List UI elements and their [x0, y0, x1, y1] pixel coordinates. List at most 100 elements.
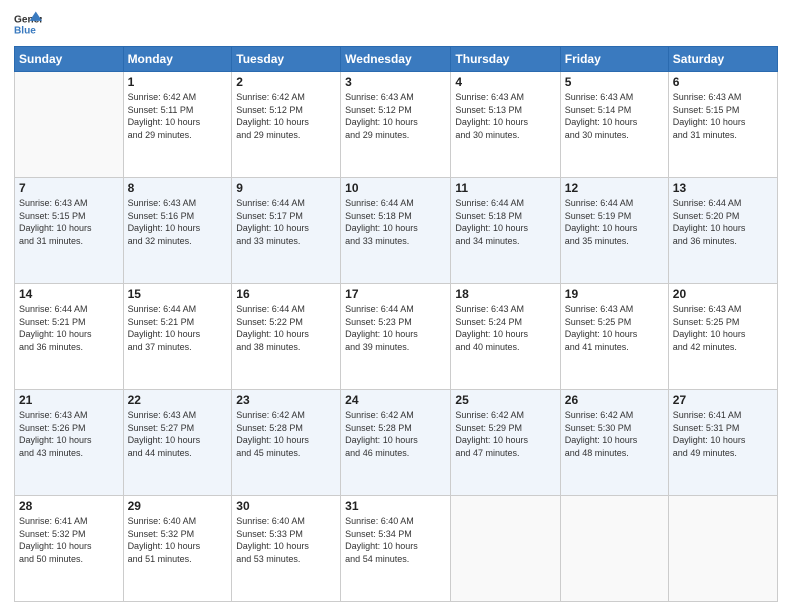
day-info: Sunrise: 6:40 AM Sunset: 5:33 PM Dayligh…: [236, 515, 336, 565]
day-number: 12: [565, 181, 664, 195]
calendar-day-cell: 26 Sunrise: 6:42 AM Sunset: 5:30 PM Dayli…: [560, 390, 668, 496]
weekday-header-cell: Thursday: [451, 47, 560, 72]
calendar-day-cell: 20 Sunrise: 6:43 AM Sunset: 5:25 PM Dayli…: [668, 284, 777, 390]
calendar-week-row: 7 Sunrise: 6:43 AM Sunset: 5:15 PM Daylig…: [15, 178, 778, 284]
day-number: 5: [565, 75, 664, 89]
day-number: 27: [673, 393, 773, 407]
weekday-header-cell: Tuesday: [232, 47, 341, 72]
calendar-day-cell: 4 Sunrise: 6:43 AM Sunset: 5:13 PM Daylig…: [451, 72, 560, 178]
calendar-day-cell: 18 Sunrise: 6:43 AM Sunset: 5:24 PM Dayli…: [451, 284, 560, 390]
day-info: Sunrise: 6:44 AM Sunset: 5:18 PM Dayligh…: [455, 197, 555, 247]
day-info: Sunrise: 6:43 AM Sunset: 5:27 PM Dayligh…: [128, 409, 228, 459]
day-info: Sunrise: 6:42 AM Sunset: 5:11 PM Dayligh…: [128, 91, 228, 141]
weekday-header-row: SundayMondayTuesdayWednesdayThursdayFrid…: [15, 47, 778, 72]
calendar-day-cell: [451, 496, 560, 602]
calendar-day-cell: 12 Sunrise: 6:44 AM Sunset: 5:19 PM Dayli…: [560, 178, 668, 284]
calendar-day-cell: 17 Sunrise: 6:44 AM Sunset: 5:23 PM Dayli…: [341, 284, 451, 390]
day-number: 9: [236, 181, 336, 195]
day-info: Sunrise: 6:43 AM Sunset: 5:12 PM Dayligh…: [345, 91, 446, 141]
day-number: 2: [236, 75, 336, 89]
day-info: Sunrise: 6:44 AM Sunset: 5:20 PM Dayligh…: [673, 197, 773, 247]
day-info: Sunrise: 6:44 AM Sunset: 5:21 PM Dayligh…: [19, 303, 119, 353]
calendar-table: SundayMondayTuesdayWednesdayThursdayFrid…: [14, 46, 778, 602]
day-info: Sunrise: 6:41 AM Sunset: 5:32 PM Dayligh…: [19, 515, 119, 565]
day-info: Sunrise: 6:43 AM Sunset: 5:24 PM Dayligh…: [455, 303, 555, 353]
calendar-day-cell: 22 Sunrise: 6:43 AM Sunset: 5:27 PM Dayli…: [123, 390, 232, 496]
day-info: Sunrise: 6:44 AM Sunset: 5:17 PM Dayligh…: [236, 197, 336, 247]
calendar-body: 1Sunrise: 6:42 AM Sunset: 5:11 PM Daylig…: [15, 72, 778, 602]
day-number: 29: [128, 499, 228, 513]
day-info: Sunrise: 6:44 AM Sunset: 5:18 PM Dayligh…: [345, 197, 446, 247]
calendar-day-cell: [15, 72, 124, 178]
day-info: Sunrise: 6:43 AM Sunset: 5:25 PM Dayligh…: [673, 303, 773, 353]
day-info: Sunrise: 6:43 AM Sunset: 5:13 PM Dayligh…: [455, 91, 555, 141]
day-number: 7: [19, 181, 119, 195]
calendar-day-cell: 30 Sunrise: 6:40 AM Sunset: 5:33 PM Dayli…: [232, 496, 341, 602]
day-info: Sunrise: 6:43 AM Sunset: 5:15 PM Dayligh…: [19, 197, 119, 247]
day-number: 22: [128, 393, 228, 407]
day-info: Sunrise: 6:42 AM Sunset: 5:30 PM Dayligh…: [565, 409, 664, 459]
day-info: Sunrise: 6:42 AM Sunset: 5:12 PM Dayligh…: [236, 91, 336, 141]
day-number: 31: [345, 499, 446, 513]
day-number: 30: [236, 499, 336, 513]
calendar-day-cell: 13 Sunrise: 6:44 AM Sunset: 5:20 PM Dayli…: [668, 178, 777, 284]
header: General Blue: [14, 10, 778, 38]
day-number: 25: [455, 393, 555, 407]
calendar-day-cell: 31 Sunrise: 6:40 AM Sunset: 5:34 PM Dayli…: [341, 496, 451, 602]
day-info: Sunrise: 6:44 AM Sunset: 5:19 PM Dayligh…: [565, 197, 664, 247]
day-number: 18: [455, 287, 555, 301]
calendar-day-cell: 7 Sunrise: 6:43 AM Sunset: 5:15 PM Daylig…: [15, 178, 124, 284]
day-number: 8: [128, 181, 228, 195]
calendar-day-cell: 1Sunrise: 6:42 AM Sunset: 5:11 PM Daylig…: [123, 72, 232, 178]
day-number: 17: [345, 287, 446, 301]
day-info: Sunrise: 6:44 AM Sunset: 5:22 PM Dayligh…: [236, 303, 336, 353]
calendar-day-cell: 24Sunrise: 6:42 AM Sunset: 5:28 PM Dayli…: [341, 390, 451, 496]
day-number: 20: [673, 287, 773, 301]
day-info: Sunrise: 6:42 AM Sunset: 5:29 PM Dayligh…: [455, 409, 555, 459]
day-info: Sunrise: 6:43 AM Sunset: 5:26 PM Dayligh…: [19, 409, 119, 459]
weekday-header-cell: Sunday: [15, 47, 124, 72]
weekday-header-cell: Monday: [123, 47, 232, 72]
day-info: Sunrise: 6:44 AM Sunset: 5:23 PM Dayligh…: [345, 303, 446, 353]
weekday-header-cell: Saturday: [668, 47, 777, 72]
calendar-day-cell: 10 Sunrise: 6:44 AM Sunset: 5:18 PM Dayli…: [341, 178, 451, 284]
calendar-day-cell: [560, 496, 668, 602]
day-info: Sunrise: 6:40 AM Sunset: 5:34 PM Dayligh…: [345, 515, 446, 565]
day-number: 19: [565, 287, 664, 301]
day-info: Sunrise: 6:42 AM Sunset: 5:28 PM Dayligh…: [236, 409, 336, 459]
day-number: 15: [128, 287, 228, 301]
calendar-day-cell: 23 Sunrise: 6:42 AM Sunset: 5:28 PM Dayli…: [232, 390, 341, 496]
calendar-day-cell: 16 Sunrise: 6:44 AM Sunset: 5:22 PM Dayli…: [232, 284, 341, 390]
day-number: 16: [236, 287, 336, 301]
calendar-day-cell: 29Sunrise: 6:40 AM Sunset: 5:32 PM Dayli…: [123, 496, 232, 602]
calendar-week-row: 1Sunrise: 6:42 AM Sunset: 5:11 PM Daylig…: [15, 72, 778, 178]
calendar-day-cell: 9 Sunrise: 6:44 AM Sunset: 5:17 PM Daylig…: [232, 178, 341, 284]
day-info: Sunrise: 6:43 AM Sunset: 5:16 PM Dayligh…: [128, 197, 228, 247]
calendar-day-cell: 2 Sunrise: 6:42 AM Sunset: 5:12 PM Daylig…: [232, 72, 341, 178]
calendar-day-cell: 15Sunrise: 6:44 AM Sunset: 5:21 PM Dayli…: [123, 284, 232, 390]
logo: General Blue: [14, 10, 42, 38]
calendar-day-cell: 27 Sunrise: 6:41 AM Sunset: 5:31 PM Dayli…: [668, 390, 777, 496]
day-number: 3: [345, 75, 446, 89]
calendar-day-cell: 3 Sunrise: 6:43 AM Sunset: 5:12 PM Daylig…: [341, 72, 451, 178]
calendar-day-cell: 8 Sunrise: 6:43 AM Sunset: 5:16 PM Daylig…: [123, 178, 232, 284]
calendar-week-row: 21 Sunrise: 6:43 AM Sunset: 5:26 PM Dayli…: [15, 390, 778, 496]
day-info: Sunrise: 6:41 AM Sunset: 5:31 PM Dayligh…: [673, 409, 773, 459]
calendar-day-cell: 21 Sunrise: 6:43 AM Sunset: 5:26 PM Dayli…: [15, 390, 124, 496]
weekday-header-cell: Friday: [560, 47, 668, 72]
page: General Blue SundayMondayTuesdayWednesda…: [0, 0, 792, 612]
day-info: Sunrise: 6:43 AM Sunset: 5:25 PM Dayligh…: [565, 303, 664, 353]
calendar-day-cell: 19 Sunrise: 6:43 AM Sunset: 5:25 PM Dayli…: [560, 284, 668, 390]
day-number: 4: [455, 75, 555, 89]
day-number: 28: [19, 499, 119, 513]
day-number: 23: [236, 393, 336, 407]
day-number: 11: [455, 181, 555, 195]
day-number: 21: [19, 393, 119, 407]
day-number: 13: [673, 181, 773, 195]
calendar-day-cell: 6Sunrise: 6:43 AM Sunset: 5:15 PM Daylig…: [668, 72, 777, 178]
calendar-day-cell: 11 Sunrise: 6:44 AM Sunset: 5:18 PM Dayli…: [451, 178, 560, 284]
day-number: 10: [345, 181, 446, 195]
day-number: 26: [565, 393, 664, 407]
logo-icon: General Blue: [14, 10, 42, 38]
calendar-day-cell: 14Sunrise: 6:44 AM Sunset: 5:21 PM Dayli…: [15, 284, 124, 390]
